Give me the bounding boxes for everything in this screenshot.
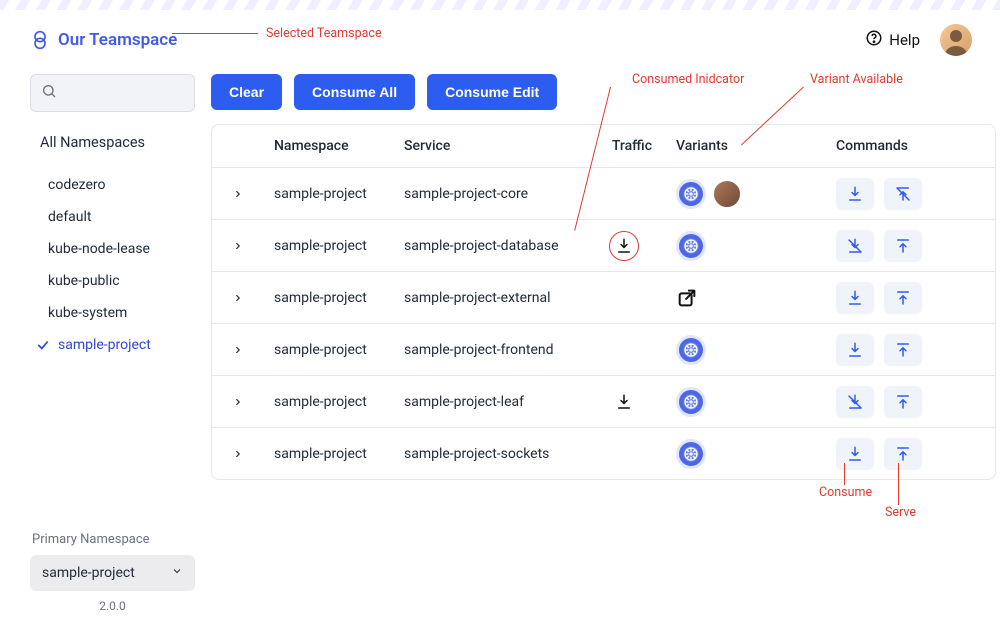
version-label: 2.0.0 [30, 599, 195, 613]
consumed-indicator-icon [615, 393, 633, 411]
cell-namespace: sample-project [264, 238, 394, 254]
expand-toggle[interactable] [212, 239, 264, 253]
table-row: sample-projectsample-project-database [212, 219, 995, 271]
consume-all-button[interactable]: Consume All [294, 74, 415, 110]
cell-variants [654, 287, 826, 309]
user-avatar[interactable] [940, 24, 972, 56]
check-icon [36, 338, 50, 352]
expand-toggle[interactable] [212, 447, 264, 461]
download-button[interactable] [836, 282, 874, 314]
primary-namespace-label: Primary Namespace [30, 532, 195, 547]
upload-button[interactable] [884, 282, 922, 314]
sidebar-all-namespaces[interactable]: All Namespaces [30, 126, 195, 159]
sidebar-namespace-item[interactable]: codezero [30, 169, 195, 201]
cell-commands [826, 282, 988, 314]
expand-toggle[interactable] [212, 343, 264, 357]
cell-variants [654, 439, 826, 469]
annotation-serve: Serve [885, 505, 916, 520]
table-row: sample-projectsample-project-sockets [212, 427, 995, 479]
upload-button[interactable] [884, 386, 922, 418]
upload-button[interactable] [884, 230, 922, 262]
cell-commands [826, 230, 988, 262]
sidebar: All Namespaces codezerodefaultkube-node-… [30, 74, 195, 631]
download-button[interactable] [836, 334, 874, 366]
table-row: sample-projectsample-project-leaf [212, 375, 995, 427]
cell-namespace: sample-project [264, 342, 394, 358]
app-header: Our Teamspace Help [0, 10, 1000, 74]
cell-variants [654, 335, 826, 365]
primary-namespace-select[interactable]: sample-project [30, 555, 195, 591]
col-commands: Commands [826, 138, 988, 154]
cell-commands [826, 386, 988, 418]
cell-service: sample-project-sockets [394, 446, 594, 462]
annotation-consume: Consume [819, 485, 872, 500]
cell-service: sample-project-external [394, 290, 594, 306]
kubernetes-wheel-icon[interactable] [676, 231, 706, 261]
cell-traffic [594, 393, 654, 411]
help-button[interactable]: Help [865, 29, 920, 51]
no-download-button[interactable] [836, 386, 874, 418]
col-service: Service [394, 138, 594, 154]
decorative-stripes [0, 0, 1000, 10]
cell-commands [826, 334, 988, 366]
col-namespace: Namespace [264, 138, 394, 154]
kubernetes-wheel-icon[interactable] [676, 387, 706, 417]
cell-namespace: sample-project [264, 394, 394, 410]
cell-service: sample-project-core [394, 186, 594, 202]
cell-variants [654, 179, 826, 209]
download-button[interactable] [836, 438, 874, 470]
sidebar-namespace-item[interactable]: kube-system [30, 297, 195, 329]
cell-traffic [594, 231, 654, 261]
sidebar-namespace-item[interactable]: default [30, 201, 195, 233]
teamspace-logo-icon [30, 30, 50, 50]
col-traffic: Traffic [594, 138, 654, 154]
upload-button[interactable] [884, 334, 922, 366]
col-variants: Variants [654, 138, 826, 154]
consume-edit-button[interactable]: Consume Edit [427, 74, 557, 110]
chevron-down-icon [171, 565, 183, 581]
clear-button[interactable]: Clear [211, 74, 282, 110]
sidebar-namespace-item[interactable]: kube-public [30, 265, 195, 297]
table-row: sample-projectsample-project-core [212, 167, 995, 219]
external-link-icon[interactable] [676, 287, 698, 309]
cell-variants [654, 387, 826, 417]
no-download-button[interactable] [836, 230, 874, 262]
cell-commands [826, 178, 988, 210]
toolbar: Clear Consume All Consume Edit [211, 74, 996, 110]
cell-namespace: sample-project [264, 186, 394, 202]
teamspace-name[interactable]: Our Teamspace [58, 30, 177, 50]
help-label: Help [889, 31, 920, 49]
cell-commands [826, 438, 988, 470]
no-upload-button[interactable] [884, 178, 922, 210]
kubernetes-wheel-icon[interactable] [676, 439, 706, 469]
table-row: sample-projectsample-project-frontend [212, 323, 995, 375]
cell-namespace: sample-project [264, 446, 394, 462]
expand-toggle[interactable] [212, 395, 264, 409]
sidebar-namespace-item[interactable]: sample-project [30, 329, 195, 361]
kubernetes-wheel-icon[interactable] [676, 179, 706, 209]
expand-toggle[interactable] [212, 187, 264, 201]
cell-namespace: sample-project [264, 290, 394, 306]
cell-variants [654, 231, 826, 261]
consumed-indicator-icon [609, 231, 639, 261]
main-content: Consumed Inidcator Variant Available Cle… [195, 74, 996, 631]
download-button[interactable] [836, 178, 874, 210]
cell-service: sample-project-database [394, 238, 594, 254]
expand-toggle[interactable] [212, 291, 264, 305]
services-table: Namespace Service Traffic Variants Comma… [211, 124, 996, 480]
cell-service: sample-project-frontend [394, 342, 594, 358]
upload-button[interactable] [884, 438, 922, 470]
sidebar-namespace-item[interactable]: kube-node-lease [30, 233, 195, 265]
help-icon [865, 29, 883, 51]
cell-service: sample-project-leaf [394, 394, 594, 410]
variant-user-avatar[interactable] [712, 179, 742, 209]
search-input-container[interactable] [30, 74, 195, 112]
search-icon [41, 83, 57, 103]
kubernetes-wheel-icon[interactable] [676, 335, 706, 365]
table-header-row: Namespace Service Traffic Variants Comma… [212, 125, 995, 167]
table-row: sample-projectsample-project-external [212, 271, 995, 323]
search-input[interactable] [65, 85, 184, 101]
